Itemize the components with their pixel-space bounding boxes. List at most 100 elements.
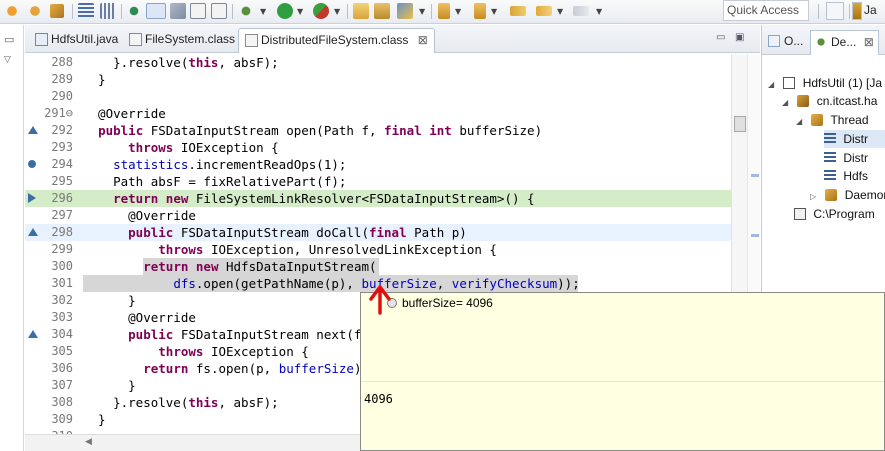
code-line: 297 @Override [25,207,747,224]
quick-access-input[interactable]: Quick Access [723,0,809,21]
tab-hdfsutil[interactable]: HdfsUtil.java [29,28,124,53]
java-file-icon [35,33,48,46]
minimize-icon[interactable]: ▭ [716,32,725,43]
close-icon[interactable]: ⊠ [864,35,874,49]
tab-debug[interactable]: De... ⊠ [810,30,879,55]
chevron-down-icon[interactable]: ▼ [260,7,266,16]
chevron-down-icon[interactable]: ▽ [4,55,11,65]
collapse-icon[interactable]: ◢ [796,113,805,131]
override-marker-icon[interactable] [28,126,38,134]
code-text: dfs.open(getPathName(p), bufferSize, ver… [173,276,580,291]
tree-item-frame[interactable]: Distr [824,149,868,167]
list-icon[interactable] [78,3,94,19]
toolbar-separator [121,4,122,19]
line-number: 301 [51,276,73,290]
tab-distributedfilesystem[interactable]: DistributedFileSystem.class ⊠ [238,28,435,53]
new-wizard-icon[interactable] [397,3,413,19]
open-folder-icon[interactable] [353,3,369,19]
scrollbar-thumb[interactable] [734,116,746,132]
code-text: } [83,378,136,393]
close-icon[interactable]: ⊠ [418,33,428,47]
tab-label: O... [784,34,804,48]
main-toolbar: ▼ ▼ ▼ ▼ ▼ ▼ ▼ ▼ Quick Access Ja [0,0,885,24]
skip-breakpoints-icon[interactable] [4,3,20,19]
chevron-down-icon[interactable]: ▼ [557,7,563,16]
tree-item-label: Distr [843,132,869,146]
tree-item-label: HdfsUtil (1) [Ja [802,76,883,90]
block-selection-icon[interactable] [190,3,206,19]
toolbar-separator [232,4,233,19]
line-number: 290 [51,89,73,103]
collapse-icon[interactable]: ◢ [768,76,777,94]
code-text: throws IOException { [128,140,279,155]
forward-arrow-icon[interactable] [573,6,589,16]
code-text: } [83,72,106,87]
next-annotation-icon[interactable] [438,3,450,19]
tree-item-launch[interactable]: ◢ HdfsUtil (1) [Ja [768,74,882,92]
new-package-icon[interactable] [374,3,390,19]
collapse-icon[interactable]: ◢ [782,94,791,112]
expand-icon[interactable]: ▷ [810,188,819,206]
code-line-cursor: 298 public FSDataInputStream doCall(fina… [25,224,747,241]
line-number: 299 [51,242,73,256]
chevron-down-icon[interactable]: ▼ [419,7,425,16]
toggle-breakpoint-icon[interactable] [126,3,142,19]
tree-item-process[interactable]: C:\Program [794,205,875,223]
line-number: 308 [51,395,73,409]
code-text: return fs.open(p, bufferSize) [143,361,362,376]
line-number: 289 [51,72,73,86]
code-text: public FSDataInputStream doCall(final Pa… [128,225,467,240]
code-line-current-instruction: 296 return new FileSystemLinkResolver<FS… [25,190,747,207]
editor-horizontal-scrollbar[interactable]: ◀ [25,434,360,451]
highlight-icon[interactable] [170,3,186,19]
maximize-icon[interactable]: ▣ [735,32,744,43]
code-line: 295 Path absF = fixRelativePart(f); [25,173,747,190]
toolbar-separator [431,4,432,19]
java-perspective-label[interactable]: Ja [864,3,877,17]
show-whitespace-icon[interactable] [211,3,227,19]
terminate-icon[interactable] [50,4,64,18]
line-number: 306 [51,361,73,375]
back-arrow-icon[interactable] [536,6,552,16]
run-icon[interactable] [277,3,293,19]
minimize-icon[interactable]: ▭ [4,33,14,46]
tree-item-frame[interactable]: Distr [824,130,885,148]
chevron-down-icon[interactable]: ▼ [596,7,602,16]
variable-hover-popup[interactable]: bufferSize= 4096 4096 [360,292,885,451]
overview-mark[interactable] [751,174,759,177]
chevron-down-icon[interactable]: ▼ [491,7,497,16]
external-tools-icon[interactable] [313,3,329,19]
override-marker-icon[interactable] [28,330,38,338]
chevron-down-icon[interactable]: ▼ [297,7,303,16]
chevron-down-icon[interactable]: ▼ [455,7,461,16]
code-line: 288 }.resolve(this, absF); [25,54,747,71]
java-perspective-icon[interactable] [852,2,862,20]
tree-item-daemon[interactable]: ▷ Daemon [810,186,885,204]
override-marker-icon[interactable] [28,228,38,236]
stack-frame-icon [824,152,836,164]
red-arrow-annotation [369,285,391,315]
code-line: 299 throws IOException, UnresolvedLinkEx… [25,241,747,258]
process-icon [794,208,806,220]
tab-filesystem[interactable]: FileSystem.class [123,28,241,53]
variable-value-label[interactable]: bufferSize= 4096 [402,296,493,310]
step-icon[interactable] [100,3,116,19]
open-perspective-icon[interactable] [826,2,844,20]
line-number: 307 [51,378,73,392]
tab-outline[interactable]: O... [764,30,807,55]
breakpoint-icon[interactable] [28,160,36,168]
debug-icon[interactable] [238,3,254,19]
chevron-down-icon[interactable]: ▼ [334,7,340,16]
prev-annotation-icon[interactable] [474,3,486,19]
mark-occurrences-icon[interactable] [146,3,166,19]
line-number: 300 [51,259,73,273]
tree-item-frame[interactable]: Hdfs [824,167,868,185]
tree-item-thread[interactable]: ◢ Thread [796,111,869,129]
scroll-left-icon[interactable]: ◀ [85,437,92,447]
tree-item-vm[interactable]: ◢ cn.itcast.ha [782,92,877,110]
last-edit-icon[interactable] [510,6,526,16]
overview-mark[interactable] [751,234,759,237]
tree-item-label: Daemon [844,188,885,202]
refresh-icon[interactable] [27,3,43,19]
code-line: 289 } [25,71,747,88]
